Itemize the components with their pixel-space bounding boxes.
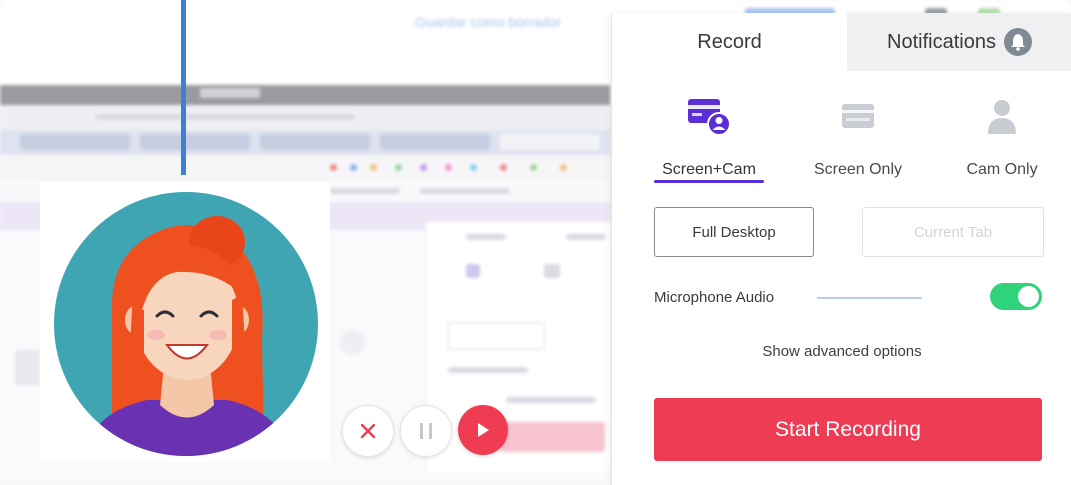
- current-tab-label: Current Tab: [913, 223, 993, 241]
- pause-icon: [420, 423, 432, 439]
- active-mode-indicator: [654, 180, 764, 183]
- microphone-level-line: [817, 297, 922, 299]
- mode-screen-cam-label: Screen+Cam: [662, 161, 756, 178]
- full-desktop-button[interactable]: Full Desktop: [654, 207, 814, 257]
- start-recording-label: Start Recording: [775, 417, 921, 441]
- tab-notifications[interactable]: Notifications: [847, 13, 1071, 71]
- current-tab-button[interactable]: Current Tab: [862, 207, 1044, 257]
- tab-record-label: Record: [697, 30, 762, 53]
- mode-cam-only[interactable]: Cam Only: [937, 91, 1067, 179]
- ghost-save-draft-link: Guardar como borrador: [415, 14, 562, 30]
- avatar: [54, 192, 318, 456]
- tab-notifications-label: Notifications: [887, 30, 996, 53]
- recorder-popup: Record Notifications Screen+Cam Screen O…: [611, 13, 1071, 485]
- full-desktop-label: Full Desktop: [692, 223, 776, 241]
- mode-screen-only[interactable]: Screen Only: [793, 91, 923, 179]
- show-advanced-options-link[interactable]: Show advanced options: [612, 343, 1071, 360]
- close-icon: [360, 423, 376, 439]
- mode-screen-only-label: Screen Only: [813, 161, 903, 178]
- microphone-audio-label: Microphone Audio: [654, 289, 775, 306]
- start-recording-button[interactable]: Start Recording: [654, 398, 1042, 461]
- play-record-button[interactable]: [458, 405, 508, 455]
- cancel-recording-button[interactable]: [342, 405, 394, 457]
- tab-record[interactable]: Record: [612, 13, 847, 71]
- pause-button[interactable]: [400, 405, 452, 457]
- play-icon: [478, 423, 489, 437]
- pointer-line: [181, 0, 186, 175]
- bell-icon: [1003, 28, 1032, 56]
- person-icon: [937, 91, 1067, 141]
- screen-icon: [793, 91, 923, 141]
- microphone-toggle[interactable]: [990, 283, 1042, 310]
- mode-screen-cam[interactable]: Screen+Cam: [644, 91, 774, 179]
- mode-cam-only-label: Cam Only: [966, 161, 1038, 178]
- screen-cam-icon: [644, 91, 774, 141]
- toggle-knob: [1018, 286, 1039, 307]
